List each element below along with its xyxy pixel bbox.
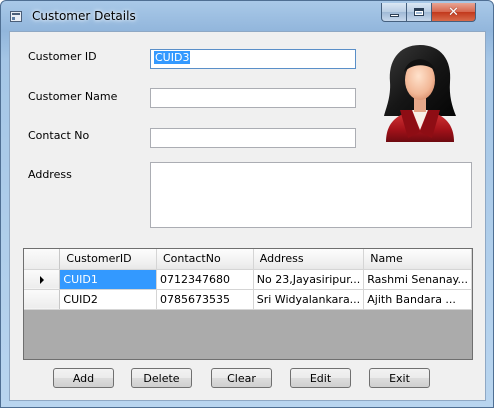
window-title: Customer Details (32, 9, 136, 23)
grid-header-row: CustomerID ContactNo Address Name (24, 249, 472, 270)
table-cell[interactable]: No 23,Jayasiripur... (253, 269, 365, 290)
column-header-contactno[interactable]: ContactNo (156, 249, 254, 270)
close-icon: ✕ (448, 4, 459, 20)
column-header-customerid[interactable]: CustomerID (59, 249, 157, 270)
row-pointer-icon (39, 275, 44, 284)
maximize-button[interactable] (407, 3, 432, 22)
contact-no-field[interactable] (150, 128, 356, 148)
column-header-name[interactable]: Name (363, 249, 472, 270)
column-header-address[interactable]: Address (253, 249, 365, 270)
address-field[interactable] (150, 162, 472, 228)
user-avatar-icon (384, 45, 456, 142)
customer-name-field[interactable] (150, 88, 356, 108)
customer-name-label: Customer Name (28, 90, 118, 103)
minimize-button[interactable] (381, 3, 407, 22)
customer-table: CustomerID ContactNo Address Name CUID1 … (24, 249, 472, 310)
table-cell[interactable]: Ajith Bandara ... (363, 289, 472, 310)
title-bar[interactable]: Customer Details ✕ (1, 1, 493, 31)
delete-button[interactable]: Delete (131, 368, 192, 388)
customer-grid[interactable]: CustomerID ContactNo Address Name CUID1 … (23, 248, 473, 360)
close-button[interactable]: ✕ (432, 3, 476, 22)
contact-no-label: Contact No (28, 129, 90, 142)
table-cell[interactable]: CUID2 (59, 289, 157, 310)
table-cell[interactable]: CUID1 (59, 269, 157, 290)
grid-corner-header[interactable] (24, 249, 61, 270)
customer-id-value: CUID3 (154, 51, 191, 64)
exit-button[interactable]: Exit (369, 368, 430, 388)
edit-button[interactable]: Edit (290, 368, 351, 388)
form-icon[interactable] (10, 11, 22, 22)
table-cell[interactable]: 0712347680 (156, 269, 254, 290)
address-label: Address (28, 168, 72, 181)
customer-id-label: Customer ID (28, 50, 97, 63)
table-row[interactable]: CUID1 0712347680 No 23,Jayasiripur... Ra… (24, 269, 472, 290)
row-header[interactable] (24, 269, 61, 290)
table-cell[interactable]: 0785673535 (156, 289, 254, 310)
table-cell[interactable]: Sri Widyalankara... (253, 289, 365, 310)
row-header[interactable] (24, 289, 61, 310)
maximize-icon (414, 8, 424, 16)
table-row[interactable]: CUID2 0785673535 Sri Widyalankara... Aji… (24, 289, 472, 310)
add-button[interactable]: Add (53, 368, 114, 388)
customer-details-window: Customer Details ✕ Customer ID CUID3 Cus… (0, 0, 494, 408)
customer-id-field[interactable]: CUID3 (150, 49, 356, 69)
minimize-icon (389, 13, 399, 17)
form-client-area: Customer ID CUID3 Customer Name Contact … (9, 31, 486, 401)
table-cell[interactable]: Rashmi Senanay... (363, 269, 472, 290)
clear-button[interactable]: Clear (211, 368, 272, 388)
